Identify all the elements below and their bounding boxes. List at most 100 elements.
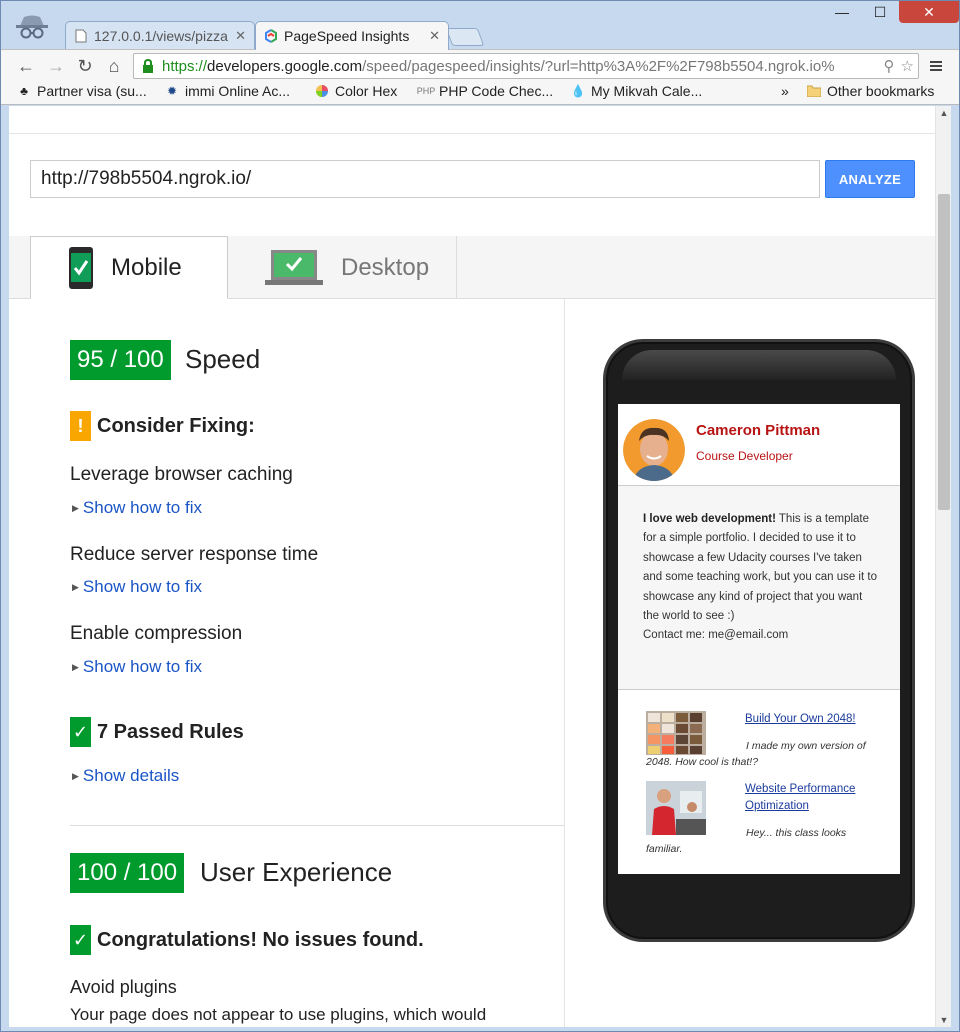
preview-about-text: I love web development! This is a templa… — [643, 510, 878, 646]
preview-header: Cameron Pittman Course Developer — [618, 404, 900, 486]
preview-role: Course Developer — [696, 449, 793, 463]
tab-desktop[interactable]: Desktop — [228, 236, 457, 299]
maximize-button[interactable]: ☐ — [861, 1, 899, 23]
scroll-up-icon[interactable]: ▲ — [936, 106, 952, 120]
checkmark-icon: ✓ — [70, 925, 91, 955]
star-icon[interactable]: ☆ — [901, 57, 914, 75]
close-window-button[interactable]: ✕ — [899, 1, 959, 23]
link-label: Show how to fix — [82, 657, 202, 676]
link-label: Show how to fix — [82, 577, 202, 596]
url-scheme: https:// — [162, 57, 208, 75]
php-icon: PHP — [416, 86, 436, 96]
bookmark-mikvah[interactable]: 💧 My Mikvah Cale... — [570, 83, 703, 99]
preview-about: I love web development! This is a templa… — [618, 486, 900, 690]
bookmark-label: Color Hex — [335, 83, 398, 99]
ux-rule-description: Your page does not appear to use plugins… — [70, 1005, 487, 1024]
bookmark-color-hex[interactable]: Color Hex — [315, 83, 397, 99]
project-perf-link[interactable]: Website Performance Optimization — [745, 781, 875, 815]
minimize-button[interactable]: — — [823, 1, 861, 23]
project-2048-link[interactable]: Build Your Own 2048! — [745, 711, 856, 728]
bookmark-label: PHP Code Chec... — [439, 83, 554, 99]
other-bookmarks[interactable]: Other bookmarks — [807, 83, 934, 99]
show-how-to-fix-link[interactable]: ▶ Show how to fix — [72, 498, 202, 518]
tab-desktop-label: Desktop — [341, 253, 430, 281]
bookmark-immi[interactable]: ✹ immi Online Ac... — [165, 83, 290, 99]
show-how-to-fix-link[interactable]: ▶ Show how to fix — [72, 577, 202, 597]
rule-title: Reduce server response time — [70, 544, 319, 565]
mobile-preview: Cameron Pittman Course Developer I love … — [603, 339, 915, 942]
header-divider — [9, 133, 935, 134]
bookmarks-overflow[interactable]: » — [781, 83, 789, 99]
consider-fixing-label: Consider Fixing: — [97, 414, 255, 437]
bookmark-label: Partner visa (su... — [37, 83, 147, 99]
passed-rules-heading: ✓ 7 Passed Rules — [70, 717, 244, 747]
title-bar: 127.0.0.1/views/pizza ✕ PageSpeed Insigh… — [1, 1, 959, 50]
ux-label: User Experience — [200, 857, 393, 887]
menu-icon[interactable] — [925, 55, 947, 77]
avatar — [623, 419, 685, 481]
bookmark-partner-visa[interactable]: ♣ Partner visa (su... — [17, 83, 147, 99]
project-perf-desc: Hey... this class looks familiar. — [646, 827, 847, 855]
tab-mobile[interactable]: Mobile — [30, 236, 228, 299]
close-icon[interactable]: ✕ — [229, 28, 246, 44]
column-divider — [564, 299, 565, 1027]
folder-icon — [807, 84, 821, 98]
bookmark-label: Other bookmarks — [827, 83, 935, 99]
drop-icon: 💧 — [570, 84, 586, 98]
url-host: developers.google.com — [207, 57, 363, 75]
link-label: Show details — [82, 766, 180, 785]
laptop-check-icon — [265, 249, 323, 285]
new-tab-button[interactable] — [445, 28, 485, 46]
page-icon — [75, 29, 87, 42]
passed-rules-label: 7 Passed Rules — [97, 720, 244, 743]
reload-icon[interactable]: ↻ — [74, 55, 96, 77]
page-scrollbar[interactable]: ▲ ▼ — [935, 106, 951, 1027]
show-details-link[interactable]: ▶ Show details — [72, 766, 179, 786]
rule-title: Enable compression — [70, 623, 243, 644]
address-bar[interactable]: https://developers.google.com/speed/page… — [133, 53, 919, 79]
preview-screen: Cameron Pittman Course Developer I love … — [618, 404, 900, 874]
link-label: Show how to fix — [82, 498, 202, 517]
analyze-button[interactable]: ANALYZE — [825, 160, 915, 198]
url-path: /speed/pagespeed/insights/?url=http%3A%2… — [362, 57, 835, 75]
speed-label: Speed — [185, 344, 261, 374]
results-panel: 95 / 100 Speed ! Consider Fixing: Levera… — [9, 299, 565, 1027]
url-input[interactable]: http://798b5504.ngrok.io/ — [30, 160, 820, 198]
ux-score-badge: 100 / 100 — [70, 853, 185, 893]
scroll-thumb[interactable] — [938, 194, 950, 510]
tab-title: PageSpeed Insights — [284, 28, 410, 44]
bookmark-label: My Mikvah Cale... — [591, 83, 703, 99]
congrats-heading: ✓ Congratulations! No issues found. — [70, 925, 424, 955]
back-icon[interactable]: ← — [15, 55, 37, 77]
phone-check-icon — [69, 246, 93, 289]
window-frame — [1, 1027, 959, 1031]
omnibox-icons: ⚲ ☆ — [883, 57, 914, 75]
preview-name: Cameron Pittman — [696, 422, 821, 439]
triangle-right-icon: ▶ — [72, 581, 79, 592]
color-wheel-icon — [315, 84, 329, 98]
tab-pagespeed[interactable]: PageSpeed Insights ✕ — [255, 21, 449, 50]
triangle-right-icon: ▶ — [72, 661, 79, 672]
about-bold: I love web development! — [643, 513, 776, 525]
project-2048-desc: I made my own version of 2048. How cool … — [646, 740, 866, 768]
tab-mobile-label: Mobile — [111, 253, 182, 281]
home-icon[interactable]: ⌂ — [103, 55, 125, 77]
speed-score-badge: 95 / 100 — [70, 340, 171, 380]
incognito-icon — [16, 15, 48, 39]
bookmark-php[interactable]: PHP PHP Code Chec... — [416, 83, 554, 99]
tab-localhost[interactable]: 127.0.0.1/views/pizza ✕ — [65, 21, 255, 49]
congrats-label: Congratulations! No issues found. — [97, 928, 424, 951]
scroll-down-icon[interactable]: ▼ — [936, 1013, 952, 1027]
gear-icon: ✹ — [166, 84, 178, 98]
show-how-to-fix-link[interactable]: ▶ Show how to fix — [72, 657, 202, 677]
triangle-right-icon: ▶ — [72, 502, 79, 513]
warning-icon: ! — [70, 411, 91, 441]
browser-window: 127.0.0.1/views/pizza ✕ PageSpeed Insigh… — [0, 0, 960, 1032]
triangle-right-icon: ▶ — [72, 770, 79, 781]
tab-title: 127.0.0.1/views/pizza — [94, 27, 228, 44]
forward-icon[interactable]: → — [45, 55, 67, 77]
lock-icon — [143, 58, 153, 73]
close-icon[interactable]: ✕ — [423, 28, 440, 44]
bookmark-label: immi Online Ac... — [185, 83, 291, 99]
zoom-icon[interactable]: ⚲ — [884, 57, 895, 75]
